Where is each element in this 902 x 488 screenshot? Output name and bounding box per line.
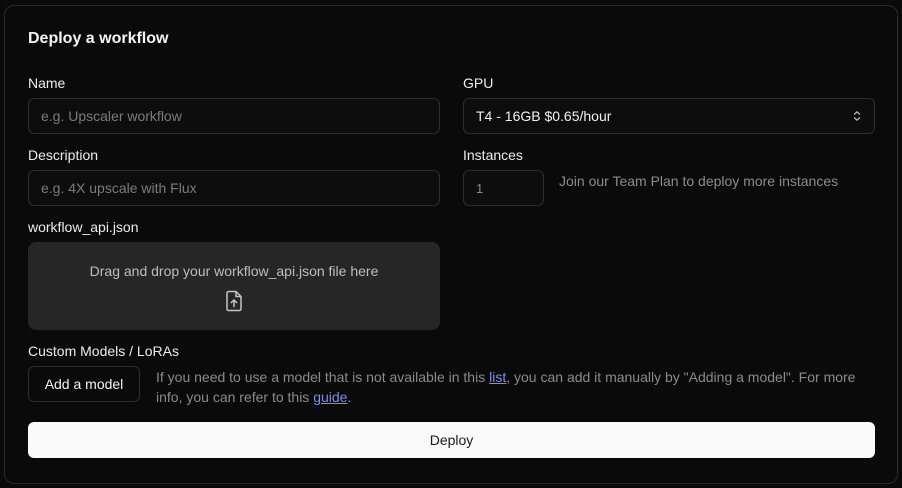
- instances-value: 1: [476, 180, 484, 196]
- name-input[interactable]: [28, 98, 440, 134]
- info-text-3: .: [347, 389, 352, 405]
- info-text-1: If you need to use a model that is not a…: [156, 369, 490, 385]
- gpu-select[interactable]: T4 - 16GB $0.65/hour: [463, 98, 875, 134]
- dropzone-text: Drag and drop your workflow_api.json fil…: [89, 263, 379, 279]
- deploy-workflow-dialog: Deploy a workflow Name GPU T4 - 16GB $0.…: [4, 5, 898, 484]
- name-label: Name: [28, 75, 66, 91]
- gpu-label: GPU: [463, 75, 494, 91]
- description-label: Description: [28, 147, 99, 163]
- chevron-up-down-icon: [853, 111, 861, 121]
- workflow-file-label: workflow_api.json: [28, 219, 139, 235]
- add-model-button[interactable]: Add a model: [28, 366, 140, 402]
- instances-label: Instances: [463, 147, 523, 163]
- team-plan-hint: Join our Team Plan to deploy more instan…: [559, 173, 839, 189]
- file-upload-icon: [226, 290, 242, 312]
- custom-models-label: Custom Models / LoRAs: [28, 343, 179, 359]
- gpu-selected-value: T4 - 16GB $0.65/hour: [476, 108, 612, 124]
- guide-link[interactable]: guide: [313, 389, 347, 405]
- custom-models-info: If you need to use a model that is not a…: [156, 367, 876, 407]
- instances-input[interactable]: 1: [463, 170, 544, 206]
- workflow-file-dropzone[interactable]: Drag and drop your workflow_api.json fil…: [28, 242, 440, 330]
- description-input[interactable]: [28, 170, 440, 206]
- dialog-title: Deploy a workflow: [28, 30, 169, 47]
- models-list-link[interactable]: list: [489, 369, 506, 385]
- deploy-button[interactable]: Deploy: [28, 422, 875, 458]
